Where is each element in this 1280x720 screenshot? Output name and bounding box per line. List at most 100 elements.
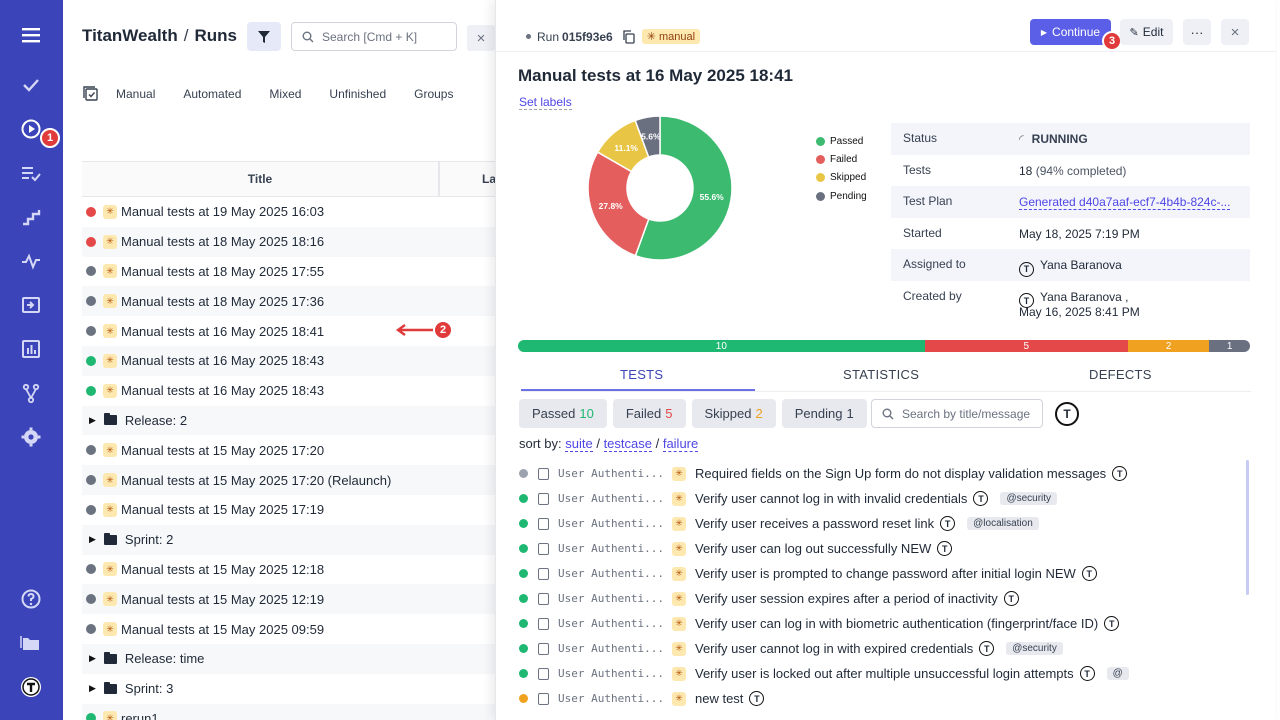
breadcrumb-project[interactable]: TitanWealth — [82, 26, 178, 45]
test-row[interactable]: User Authenti... ✳ Verify user cannot log … — [519, 636, 1249, 661]
run-row[interactable]: ✳ Manual tests at 16 May 2025 18:43 — [82, 376, 495, 406]
status-skipped-icon — [519, 694, 528, 703]
branch-icon[interactable] — [18, 380, 44, 406]
created-date: May 16, 2025 8:41 PM — [1019, 304, 1140, 319]
tab-groups[interactable]: Groups — [414, 87, 453, 101]
column-header-last[interactable]: La — [482, 172, 496, 186]
tab-defects[interactable]: DEFECTS — [1089, 367, 1152, 382]
copy-icon[interactable] — [622, 29, 636, 44]
test-row[interactable]: User Authenti... ✳ Verify user can log out… — [519, 536, 1249, 561]
run-row[interactable]: ✳ Manual tests at 19 May 2025 16:03 — [82, 197, 495, 227]
run-type-tabs: Manual Automated Mixed Unfinished Groups — [83, 84, 453, 104]
status-passed-icon — [519, 619, 528, 628]
sort-suite-link[interactable]: suite — [565, 436, 593, 452]
group-label: Release: 2 — [124, 412, 188, 428]
legend-label-passed: Passed — [830, 135, 864, 147]
settings-gear-icon[interactable] — [18, 424, 44, 450]
test-tag[interactable]: @localisation — [967, 517, 1039, 530]
search-icon — [302, 31, 314, 42]
test-tag[interactable]: @ — [1106, 667, 1129, 680]
test-row[interactable]: User Authenti... ✳ Required fields on the … — [519, 461, 1249, 486]
run-row[interactable]: ✳ Manual tests at 18 May 2025 17:55 — [82, 257, 495, 287]
user-avatar-icon[interactable] — [18, 674, 44, 700]
test-row[interactable]: User Authenti... ✳ Verify user session exp… — [519, 586, 1249, 611]
test-row[interactable]: User Authenti... ✳ Verify user cannot log … — [519, 486, 1249, 511]
select-all-icon[interactable] — [83, 86, 99, 102]
info-row-started: Started May 18, 2025 7:19 PM — [891, 218, 1250, 250]
run-row[interactable]: ✳ Manual tests at 16 May 2025 18:43 — [82, 345, 495, 376]
chart-legend: Passed Failed Skipped Pending — [816, 132, 867, 205]
tab-mixed[interactable]: Mixed — [269, 87, 301, 101]
run-row[interactable]: ✳ Manual tests at 18 May 2025 18:16 — [82, 226, 495, 257]
run-title: Manual tests at 15 May 2025 17:20 — [121, 442, 325, 458]
checkmark-icon[interactable] — [18, 72, 44, 98]
tab-manual[interactable]: Manual — [116, 87, 155, 101]
progress-segment: 10 — [518, 340, 925, 352]
close-filter-icon[interactable]: × — [467, 25, 495, 51]
expand-caret-icon[interactable]: ▶ — [89, 683, 96, 694]
search-input[interactable]: Search [Cmd + K] — [291, 22, 457, 51]
run-row[interactable]: ✳ Manual tests at 15 May 2025 17:19 — [82, 495, 495, 525]
chip-passed[interactable]: Passed 10 — [519, 399, 607, 428]
steps-icon[interactable] — [18, 204, 44, 230]
run-row[interactable]: ✳ Manual tests at 18 May 2025 17:36 — [82, 286, 495, 317]
list-check-icon[interactable] — [18, 160, 44, 186]
test-search-input[interactable]: Search by title/message — [871, 399, 1043, 428]
clipboard-icon — [538, 592, 549, 605]
set-labels-link[interactable]: Set labels — [519, 95, 572, 110]
run-row[interactable]: ✳ rerun1 — [82, 703, 495, 720]
continue-button[interactable]: ▶ Continue — [1030, 19, 1111, 45]
test-tag[interactable]: @security — [1000, 492, 1058, 505]
tab-automated[interactable]: Automated — [183, 87, 241, 101]
run-row[interactable]: ✳ Manual tests at 15 May 2025 17:20 — [82, 435, 495, 465]
test-row[interactable]: User Authenti... ✳ Verify user is prompted… — [519, 561, 1249, 586]
tab-statistics[interactable]: STATISTICS — [843, 367, 919, 382]
expand-caret-icon[interactable]: ▶ — [89, 415, 96, 426]
chip-failed[interactable]: Failed 5 — [612, 399, 686, 428]
folders-icon[interactable] — [18, 630, 44, 656]
group-row[interactable]: ▶ Sprint: 2 — [82, 524, 495, 555]
test-row[interactable]: User Authenti... ✳ Verify user receives a … — [519, 511, 1249, 536]
sort-testcase-link[interactable]: testcase — [603, 436, 652, 452]
chip-failed-count: 5 — [665, 406, 673, 421]
test-title: Verify user session expires after a peri… — [695, 591, 998, 606]
run-id: 015f93e6 — [562, 29, 613, 44]
group-row[interactable]: ▶ Release: 2 — [82, 405, 495, 436]
group-row[interactable]: ▶ Sprint: 3 — [82, 674, 495, 704]
help-icon[interactable] — [18, 586, 44, 612]
suite-name: User Authenti... — [558, 592, 664, 605]
assignee-filter-avatar-icon[interactable]: T — [1055, 402, 1079, 426]
sort-failure-link[interactable]: failure — [662, 436, 699, 452]
run-row[interactable]: ✳ Manual tests at 15 May 2025 17:20 (Rela… — [82, 465, 495, 495]
run-row[interactable]: ✳ Manual tests at 15 May 2025 09:59 — [82, 614, 495, 644]
test-row[interactable]: User Authenti... ✳ new test T — [519, 686, 1249, 711]
test-tag[interactable]: @security — [1006, 642, 1063, 655]
run-type-label: manual — [659, 31, 696, 43]
analytics-icon[interactable] — [18, 336, 44, 362]
manual-run-icon: ✳ — [103, 294, 117, 309]
chip-pending[interactable]: Pending 1 — [781, 399, 867, 428]
run-row[interactable]: ✳ Manual tests at 15 May 2025 12:18 — [82, 555, 495, 585]
test-row[interactable]: User Authenti... ✳ Verify user can log in … — [519, 611, 1249, 636]
test-row[interactable]: User Authenti... ✳ Verify user is locked o… — [519, 661, 1249, 686]
test-plan-link[interactable]: Generated d40a7aaf-ecf7-4b4b-824c-... — [1019, 195, 1231, 210]
expand-caret-icon[interactable]: ▶ — [89, 534, 96, 545]
run-title: Manual tests at 18 May 2025 18:16 — [121, 234, 325, 250]
tests-scrollbar[interactable] — [1246, 460, 1249, 595]
menu-icon[interactable] — [18, 22, 44, 48]
group-row[interactable]: ▶ Release: time — [82, 643, 495, 674]
run-status-dot-icon — [526, 34, 531, 39]
more-options-button[interactable]: ··· — [1183, 19, 1211, 45]
import-icon[interactable] — [18, 292, 44, 318]
close-panel-icon[interactable]: × — [1221, 19, 1249, 45]
edit-button[interactable]: ✎ Edit — [1120, 19, 1173, 45]
pulse-icon[interactable] — [18, 248, 44, 274]
tab-unfinished[interactable]: Unfinished — [329, 87, 386, 101]
filter-button[interactable] — [247, 22, 281, 51]
test-title: Verify user cannot log in with invalid c… — [695, 491, 968, 506]
tab-tests[interactable]: TESTS — [620, 367, 663, 382]
run-row[interactable]: ✳ Manual tests at 15 May 2025 12:19 — [82, 584, 495, 615]
expand-caret-icon[interactable]: ▶ — [89, 653, 96, 664]
column-header-title[interactable]: Title — [82, 162, 440, 196]
chip-skipped[interactable]: Skipped 2 — [691, 399, 776, 428]
